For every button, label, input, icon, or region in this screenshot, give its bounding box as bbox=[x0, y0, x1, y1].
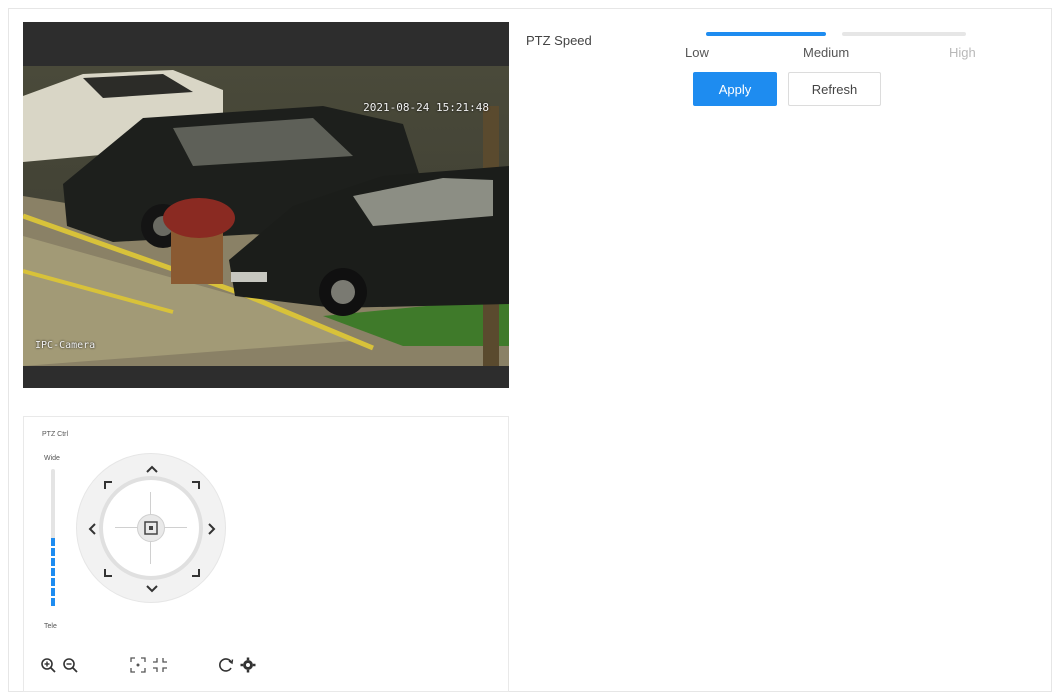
pan-left-button[interactable] bbox=[83, 520, 101, 538]
arrow-down-right-icon bbox=[192, 569, 200, 577]
speed-tick-high[interactable]: High bbox=[949, 45, 976, 60]
direction-pad[interactable] bbox=[76, 453, 226, 603]
osd-timestamp: 2021-08-24 15:21:48 bbox=[363, 101, 489, 114]
pan-right-button[interactable] bbox=[203, 520, 221, 538]
zoom-tele-label: Tele bbox=[44, 623, 57, 630]
iris-button[interactable] bbox=[216, 655, 236, 675]
arrow-right-icon bbox=[208, 523, 216, 535]
zoom-out-button[interactable] bbox=[60, 655, 80, 675]
apply-button[interactable]: Apply bbox=[693, 72, 777, 106]
arrow-left-icon bbox=[88, 523, 96, 535]
pan-up-right-button[interactable] bbox=[187, 476, 205, 494]
refresh-button[interactable]: Refresh bbox=[788, 72, 881, 106]
focus-far-button[interactable] bbox=[150, 655, 170, 675]
speed-slider-inactive-segment bbox=[842, 32, 966, 36]
speed-tick-low[interactable]: Low bbox=[685, 45, 709, 60]
live-video[interactable]: 2021-08-24 15:21:48 IPC-Camera bbox=[23, 22, 509, 388]
arrow-up-right-icon bbox=[192, 481, 200, 489]
ptz-control-panel: PTZ Ctrl Wide Tele bbox=[23, 416, 509, 692]
zoom-in-icon bbox=[41, 658, 56, 673]
center-focus-icon bbox=[144, 521, 158, 535]
focus-near-button[interactable] bbox=[128, 655, 148, 675]
focus-near-icon bbox=[130, 657, 146, 673]
speed-tick-medium[interactable]: Medium bbox=[803, 45, 849, 60]
pan-down-button[interactable] bbox=[143, 580, 161, 598]
zoom-wide-label: Wide bbox=[44, 455, 60, 462]
arrow-down-icon bbox=[146, 585, 158, 593]
arrow-up-left-icon bbox=[104, 481, 112, 489]
pan-down-left-button[interactable] bbox=[99, 564, 117, 582]
zoom-out-icon bbox=[63, 658, 78, 673]
arrow-down-left-icon bbox=[104, 569, 112, 577]
ptz-panel-title: PTZ Ctrl bbox=[42, 431, 69, 438]
settings-button[interactable] bbox=[238, 655, 258, 675]
zoom-in-button[interactable] bbox=[38, 655, 58, 675]
settings-icon bbox=[240, 657, 256, 673]
pan-up-left-button[interactable] bbox=[99, 476, 117, 494]
ptz-speed-slider[interactable] bbox=[706, 32, 966, 36]
osd-channel-name: IPC-Camera bbox=[35, 340, 96, 351]
arrow-up-icon bbox=[146, 465, 158, 473]
zoom-slider-fill bbox=[51, 538, 55, 607]
iris-icon bbox=[219, 658, 234, 672]
focus-far-icon bbox=[153, 658, 167, 672]
ptz-center-button[interactable] bbox=[137, 514, 165, 542]
speed-slider-active-segment bbox=[706, 32, 826, 36]
ptz-speed-label: PTZ Speed bbox=[526, 33, 592, 48]
pan-up-button[interactable] bbox=[143, 460, 161, 478]
zoom-slider[interactable] bbox=[51, 469, 55, 607]
pan-down-right-button[interactable] bbox=[187, 564, 205, 582]
